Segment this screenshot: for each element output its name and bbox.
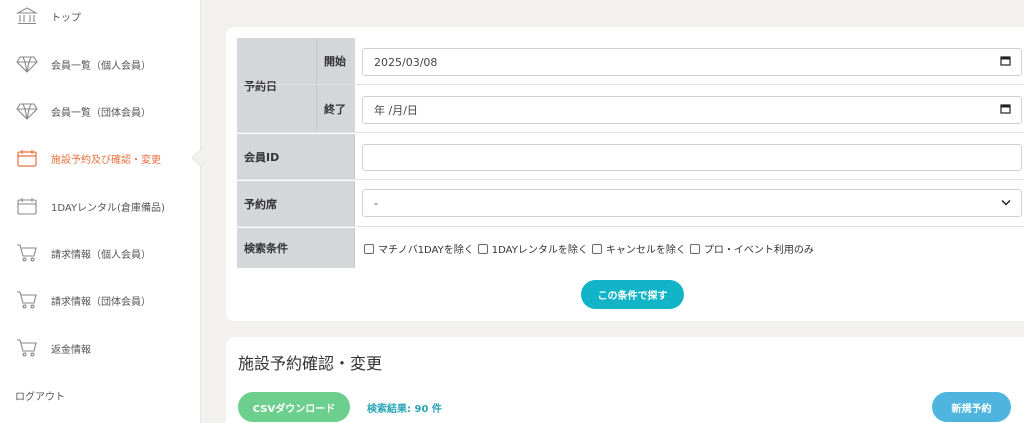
pro-event-only-option[interactable]: プロ・イベント利用のみ [688, 241, 814, 256]
sidebar-item-label: 会員一覧（個人会員） [51, 60, 151, 72]
checkbox-label: プロ・イベント利用のみ [703, 245, 814, 256]
cart-icon [16, 337, 38, 359]
search-button[interactable]: この条件で探す [581, 280, 684, 309]
search-conditions-checkboxes: マチノバ1DAYを除く 1DAYレンタルを除く キャンセルを除く プロ・イベント… [362, 241, 816, 256]
sidebar-item-facility-reservation[interactable]: 施設予約及び確認・変更 [0, 143, 202, 173]
sidebar-item-label: 会員一覧（団体会員） [51, 107, 151, 119]
cart-icon [16, 242, 38, 264]
exclude-machinoba-1day-option[interactable]: マチノバ1DAYを除く [362, 241, 474, 256]
end-date-input[interactable]: 年 /月/日 [362, 96, 1022, 124]
sidebar-item-label: 請求情報（個人会員） [51, 249, 151, 261]
checkbox[interactable] [689, 243, 700, 254]
seat-selected-value: - [374, 196, 378, 210]
sidebar-item-1day-rental[interactable]: 1DAYレンタル(倉庫備品) [0, 191, 201, 221]
sidebar-item-members-group[interactable]: 会員一覧（団体会員） [0, 96, 201, 126]
start-date-value: 2025/03/08 [374, 55, 438, 69]
chevron-down-icon [1001, 197, 1011, 210]
start-date-input[interactable]: 2025/03/08 [362, 48, 1022, 76]
sidebar-item-label: 返金情報 [51, 344, 91, 356]
sidebar-item-members-individual[interactable]: 会員一覧（個人会員） [0, 49, 201, 79]
result-count: 検索結果: 90 件 [367, 404, 442, 415]
exclude-cancel-option[interactable]: キャンセルを除く [590, 241, 686, 256]
cart-icon [16, 289, 38, 311]
exclude-1day-rental-option[interactable]: 1DAYレンタルを除く [476, 241, 588, 256]
sidebar: トップ 会員一覧（個人会員） 会員一覧（団体会員） 施設予約及び確認・変更 1D… [0, 0, 202, 423]
search-card: 予約日 開始 終了 2025/03/08 年 /月/日 会員ID 予約席 - 検… [226, 27, 1024, 321]
new-reservation-button[interactable]: 新規予約 [932, 392, 1011, 422]
checkbox[interactable] [591, 243, 602, 254]
sidebar-item-label: トップ [51, 12, 81, 24]
csv-download-button[interactable]: CSVダウンロード [238, 392, 350, 422]
diamond-icon [16, 100, 38, 122]
sidebar-item-top[interactable]: トップ [0, 1, 201, 31]
sidebar-item-refund[interactable]: 返金情報 [0, 333, 201, 363]
checkbox-label: 1DAYレンタルを除く [491, 245, 588, 256]
member-id-input[interactable] [362, 144, 1022, 171]
checkbox[interactable] [477, 243, 488, 254]
sidebar-item-billing-group[interactable]: 請求情報（団体会員） [0, 285, 201, 315]
calendar-picker-icon[interactable] [1000, 55, 1011, 69]
results-card: 施設予約確認・変更 CSVダウンロード 検索結果: 90 件 新規予約 [226, 337, 1024, 423]
checkbox-label: マチノバ1DAYを除く [378, 245, 474, 256]
checkbox[interactable] [364, 243, 374, 254]
calendar-picker-icon[interactable] [1000, 103, 1011, 117]
sidebar-item-label: 1DAYレンタル(倉庫備品) [51, 202, 165, 214]
seat-select[interactable]: - [362, 189, 1022, 217]
active-caret-icon [192, 148, 202, 168]
logout-link[interactable]: ログアウト [15, 388, 65, 403]
sidebar-item-billing-individual[interactable]: 請求情報（個人会員） [0, 238, 201, 268]
page-title: 施設予約確認・変更 [238, 354, 383, 373]
calendar-icon [16, 147, 38, 169]
calendar-icon [16, 195, 38, 217]
checkbox-label: キャンセルを除く [605, 245, 686, 256]
sidebar-item-label: 施設予約及び確認・変更 [51, 154, 161, 166]
diamond-icon [16, 53, 38, 75]
sidebar-item-label: 請求情報（団体会員） [51, 296, 151, 308]
bank-icon [16, 5, 38, 27]
search-conditions-label: 検索条件 [237, 228, 355, 268]
end-date-value: 年 /月/日 [374, 104, 418, 117]
